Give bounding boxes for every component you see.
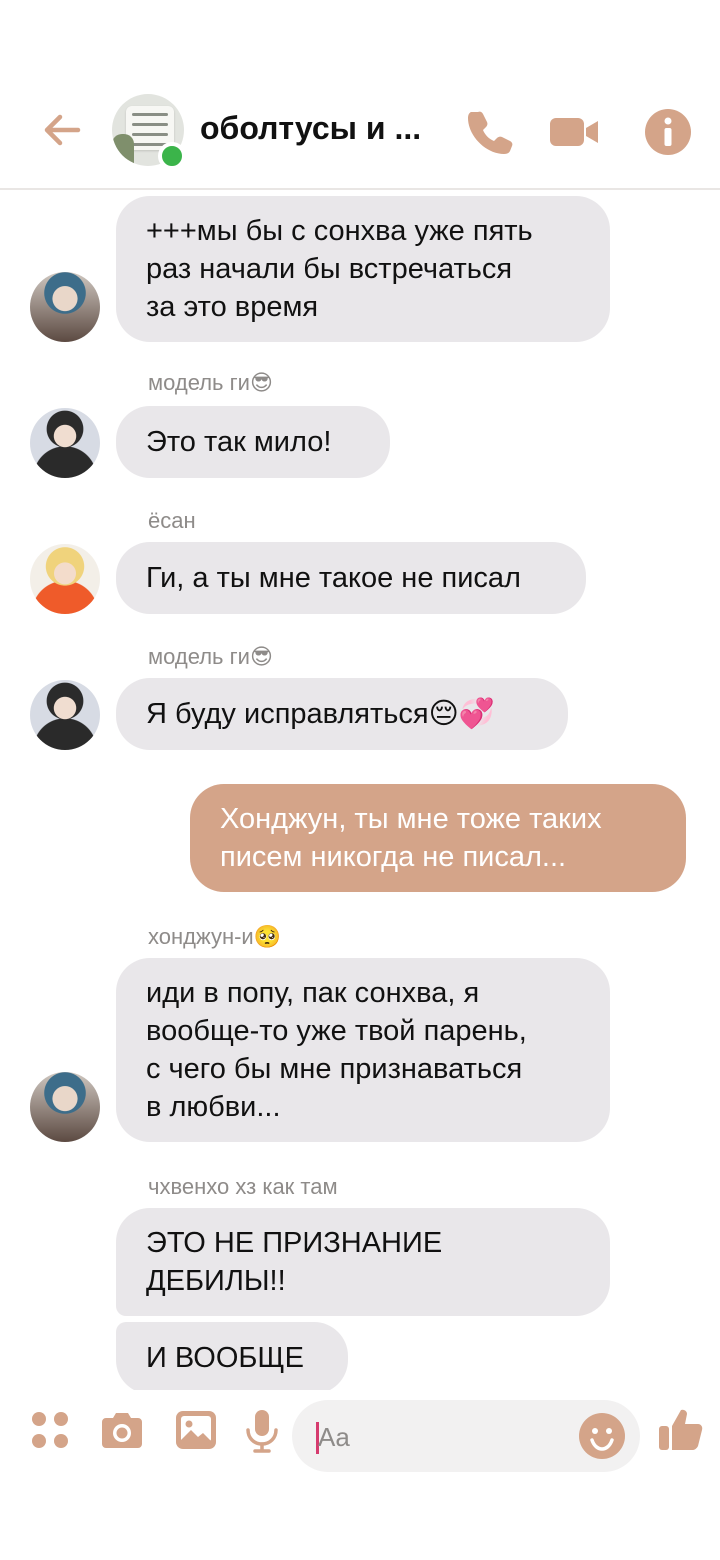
message-text: +++мы бы с сонхва уже пять раз начали бы… (146, 215, 533, 323)
phone-icon[interactable] (464, 106, 516, 158)
emoji-icon[interactable] (578, 1412, 626, 1460)
chat-header: оболтусы и ... (0, 0, 720, 190)
chat-title[interactable]: оболтусы и ... (200, 110, 421, 147)
video-camera-icon[interactable] (548, 106, 600, 158)
sender-name: чхвенхо хз как там (148, 1174, 338, 1199)
sender-avatar[interactable] (30, 408, 100, 478)
camera-icon[interactable] (98, 1406, 146, 1454)
sender-name: ёсан (148, 508, 196, 533)
message-text: И ВООБЩЕ (146, 1342, 304, 1374)
message-text: Это так мило! (146, 426, 332, 458)
message-input-placeholder: Aa (318, 1422, 350, 1452)
message-composer: Aa (0, 1392, 720, 1482)
sender-avatar[interactable] (30, 680, 100, 750)
sender-avatar[interactable] (30, 544, 100, 614)
message-bubble[interactable]: Ги, а ты мне такое не писал (116, 542, 586, 614)
message-bubble[interactable]: +++мы бы с сонхва уже пять раз начали бы… (116, 196, 610, 342)
message-text: Я буду исправляться😔💞 (146, 698, 495, 730)
message-text: ЭТО НЕ ПРИЗНАНИЕ ДЕБИЛЫ!! (146, 1227, 443, 1297)
back-arrow-icon[interactable] (38, 106, 86, 154)
apps-icon[interactable] (26, 1406, 74, 1454)
online-status-dot (158, 142, 186, 170)
message-text: иди в попу, пак сонхва, я вообще-то уже … (146, 977, 527, 1123)
message-text: Ги, а ты мне такое не писал (146, 562, 521, 594)
sender-avatar[interactable] (30, 1072, 100, 1142)
sender-name: хонджун-и🥺 (148, 924, 282, 949)
gallery-icon[interactable] (172, 1406, 220, 1454)
thumbs-up-icon[interactable] (656, 1404, 706, 1454)
message-bubble[interactable]: И ВООБЩЕ (116, 1322, 348, 1390)
microphone-icon[interactable] (238, 1406, 286, 1454)
message-text: Хонджун, ты мне тоже таких писем никогда… (220, 803, 602, 873)
info-icon[interactable] (642, 106, 694, 158)
message-bubble[interactable]: ЭТО НЕ ПРИЗНАНИЕ ДЕБИЛЫ!! (116, 1208, 610, 1316)
message-input[interactable]: Aa (292, 1400, 640, 1472)
message-bubble[interactable]: Я буду исправляться😔💞 (116, 678, 568, 750)
message-bubble[interactable]: Это так мило! (116, 406, 390, 478)
sender-name: модель ги😎 (148, 370, 273, 395)
outgoing-message-bubble[interactable]: Хонджун, ты мне тоже таких писем никогда… (190, 784, 686, 892)
sender-name: модель ги😎 (148, 644, 273, 669)
message-list[interactable]: +++мы бы с сонхва уже пять раз начали бы… (0, 192, 720, 1390)
message-bubble[interactable]: иди в попу, пак сонхва, я вообще-то уже … (116, 958, 610, 1142)
sender-avatar[interactable] (30, 272, 100, 342)
